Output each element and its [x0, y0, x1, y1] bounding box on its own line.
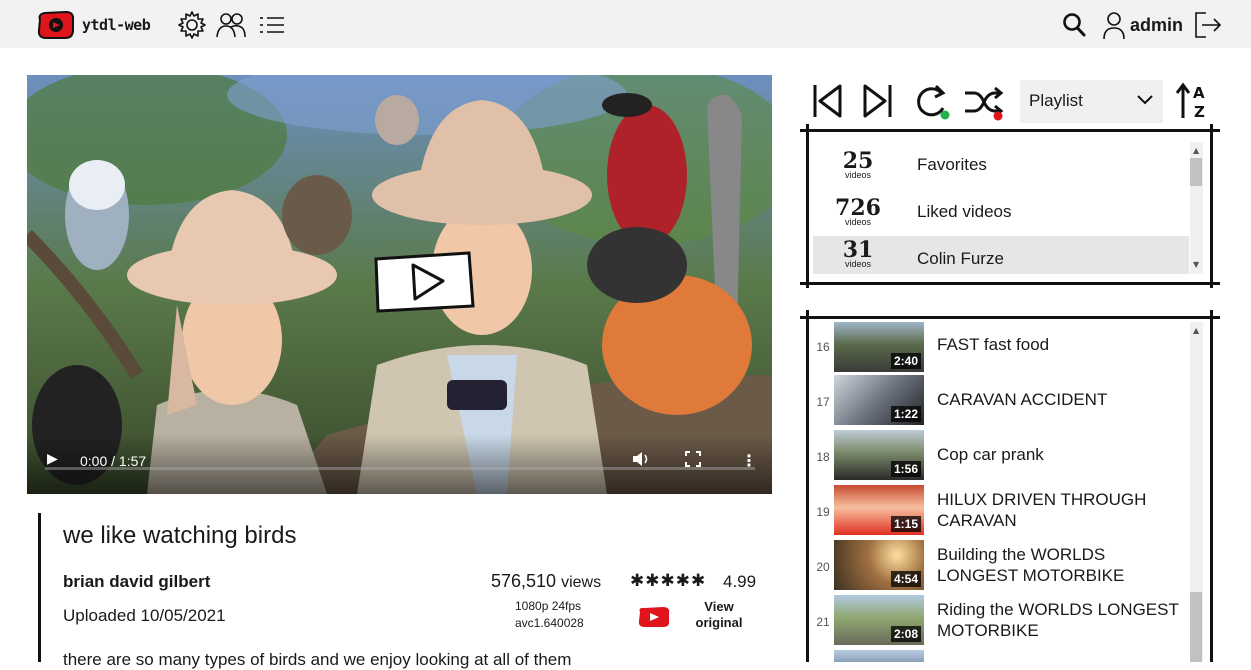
playlist-count: 25 videos: [813, 150, 903, 180]
upload-date: Uploaded 10/05/2021: [63, 606, 226, 625]
shuffle-icon[interactable]: [962, 82, 1004, 122]
playlists-border-left: [806, 124, 809, 288]
queue-scroll-thumb[interactable]: [1190, 592, 1202, 662]
queue-item-duration: 1:22: [890, 406, 921, 422]
queue-item-duration: 4:54: [890, 571, 921, 587]
logout-icon[interactable]: [1192, 10, 1224, 40]
view-count-unit: views: [561, 574, 602, 591]
queue-item-duration: 2:40: [890, 353, 921, 369]
scroll-down-arrow[interactable]: ▼: [1193, 260, 1199, 269]
view-count: 576,510 views: [491, 571, 601, 592]
playlist-count: 726 videos: [813, 197, 903, 227]
playlist-name: Favorites: [917, 155, 987, 174]
queue-item-title: CARAVAN ACCIDENT: [937, 390, 1108, 409]
video-description: there are so many types of birds and we …: [63, 650, 572, 669]
rating-value: 4.99: [723, 572, 757, 591]
channel-name[interactable]: brian david gilbert: [63, 572, 210, 592]
playlist-count-unit: videos: [844, 170, 871, 180]
format-resolution: 1080p 24fps: [515, 599, 582, 613]
queue-item-thumbnail-partial: [834, 650, 924, 662]
gear-icon[interactable]: [176, 10, 208, 40]
playlist-row[interactable]: 726 videos Liked videos: [813, 189, 1189, 235]
user-name: admin: [1130, 14, 1184, 35]
view-original-label: View original: [693, 599, 745, 631]
video-title: we like watching birds: [63, 522, 297, 549]
queue-item-title: FAST fast food: [937, 335, 1050, 354]
chevron-down-icon: [1137, 95, 1153, 105]
playlist-row[interactable]: 25 videos Favorites: [813, 142, 1189, 188]
view-original-line1: View: [704, 599, 734, 614]
queue-item-duration: 1:56: [890, 461, 921, 477]
info-divider: [38, 513, 41, 662]
queue-item-thumbnail: 1:15: [834, 485, 924, 535]
rating-stars: ✱✱✱✱✱: [630, 571, 707, 591]
queue-item-duration: 2:08: [890, 626, 921, 642]
more-options-icon[interactable]: ⋮: [741, 451, 757, 470]
view-original-line2: original: [695, 615, 743, 630]
user-icon: [1103, 12, 1125, 40]
queue-item-title: HILUX DRIVEN THROUGH CARAVAN: [937, 490, 1147, 530]
queue-item-thumbnail: 2:40: [834, 322, 924, 372]
app-logo[interactable]: ytdl-web: [36, 10, 151, 40]
queue-item-title: Building the WORLDS LONGEST MOTORBIKE: [937, 545, 1125, 585]
queue-item[interactable]: 20 4:54 Building the WORLDS LONGEST MOTO…: [808, 540, 1188, 592]
playlists-border-top: [800, 129, 1220, 132]
queue-item-thumbnail: 2:08: [834, 595, 924, 645]
playlists-border-bottom: [800, 282, 1220, 285]
volume-icon[interactable]: [631, 450, 651, 468]
queue-item[interactable]: 17 1:22 CARAVAN ACCIDENT: [808, 375, 1188, 427]
video-time: 0:00 / 1:57: [80, 453, 147, 469]
list-icon[interactable]: [258, 10, 286, 40]
queue-item[interactable]: 18 1:56 Cop car prank: [808, 430, 1188, 482]
format-codec: avc1.640028: [515, 616, 584, 630]
fullscreen-icon[interactable]: [685, 451, 701, 467]
queue-item[interactable]: 19 1:15 HILUX DRIVEN THROUGH CARAVAN: [808, 485, 1188, 537]
play-icon[interactable]: ▶: [47, 451, 58, 467]
playlist-name: Liked videos: [917, 202, 1012, 221]
sort-icon[interactable]: A Z: [1175, 80, 1211, 122]
view-original-button[interactable]: View original: [637, 599, 745, 631]
playlists-border-right: [1210, 124, 1213, 288]
playlist-count-unit: videos: [844, 217, 871, 227]
top-bar: ytdl-web admin: [0, 0, 1251, 48]
svg-text:A: A: [1193, 84, 1205, 102]
queue-item[interactable]: 16 2:40 FAST fast food: [808, 320, 1188, 372]
previous-icon[interactable]: [811, 82, 845, 120]
queue-item-thumbnail: 4:54: [834, 540, 924, 590]
next-icon[interactable]: [861, 82, 895, 120]
queue-border-right: [1210, 310, 1213, 662]
youtube-icon: [638, 607, 670, 627]
scroll-up-arrow[interactable]: ▲: [1193, 146, 1199, 155]
search-icon[interactable]: [1062, 11, 1088, 39]
video-controls: ▶ 0:00 / 1:57 ⋮: [27, 434, 772, 494]
scroll-up-arrow[interactable]: ▲: [1193, 326, 1199, 335]
queue-item-duration: 1:15: [890, 516, 921, 532]
video-player[interactable]: ▶ 0:00 / 1:57 ⋮: [27, 75, 772, 494]
queue-item-title: Cop car prank: [937, 445, 1044, 464]
app-name: ytdl-web: [82, 16, 151, 34]
queue-item-title: Riding the WORLDS LONGEST MOTORBIKE: [937, 600, 1179, 640]
repeat-icon[interactable]: [912, 82, 952, 122]
queue-item[interactable]: 21 2:08 Riding the WORLDS LONGEST MOTORB…: [808, 595, 1188, 647]
queue-item-thumbnail: 1:22: [834, 375, 924, 425]
queue-item-thumbnail: 1:56: [834, 430, 924, 480]
queue-border-top: [800, 316, 1220, 319]
view-count-number: 576,510: [491, 571, 557, 591]
user-menu[interactable]: admin: [1102, 10, 1183, 40]
playlist-count-unit: videos: [844, 259, 871, 269]
play-overlay-button[interactable]: [373, 251, 477, 313]
playlist-select-value: Playlist: [1029, 91, 1083, 110]
logo-icon: [37, 10, 75, 39]
playlist-name: Colin Furze: [917, 249, 1004, 268]
users-icon[interactable]: [215, 10, 247, 40]
playlist-count: 31 videos: [813, 239, 903, 269]
svg-text:Z: Z: [1194, 103, 1205, 121]
playlists-scroll-thumb[interactable]: [1190, 158, 1202, 186]
playlist-row-selected[interactable]: 31 videos Colin Furze: [813, 236, 1189, 274]
